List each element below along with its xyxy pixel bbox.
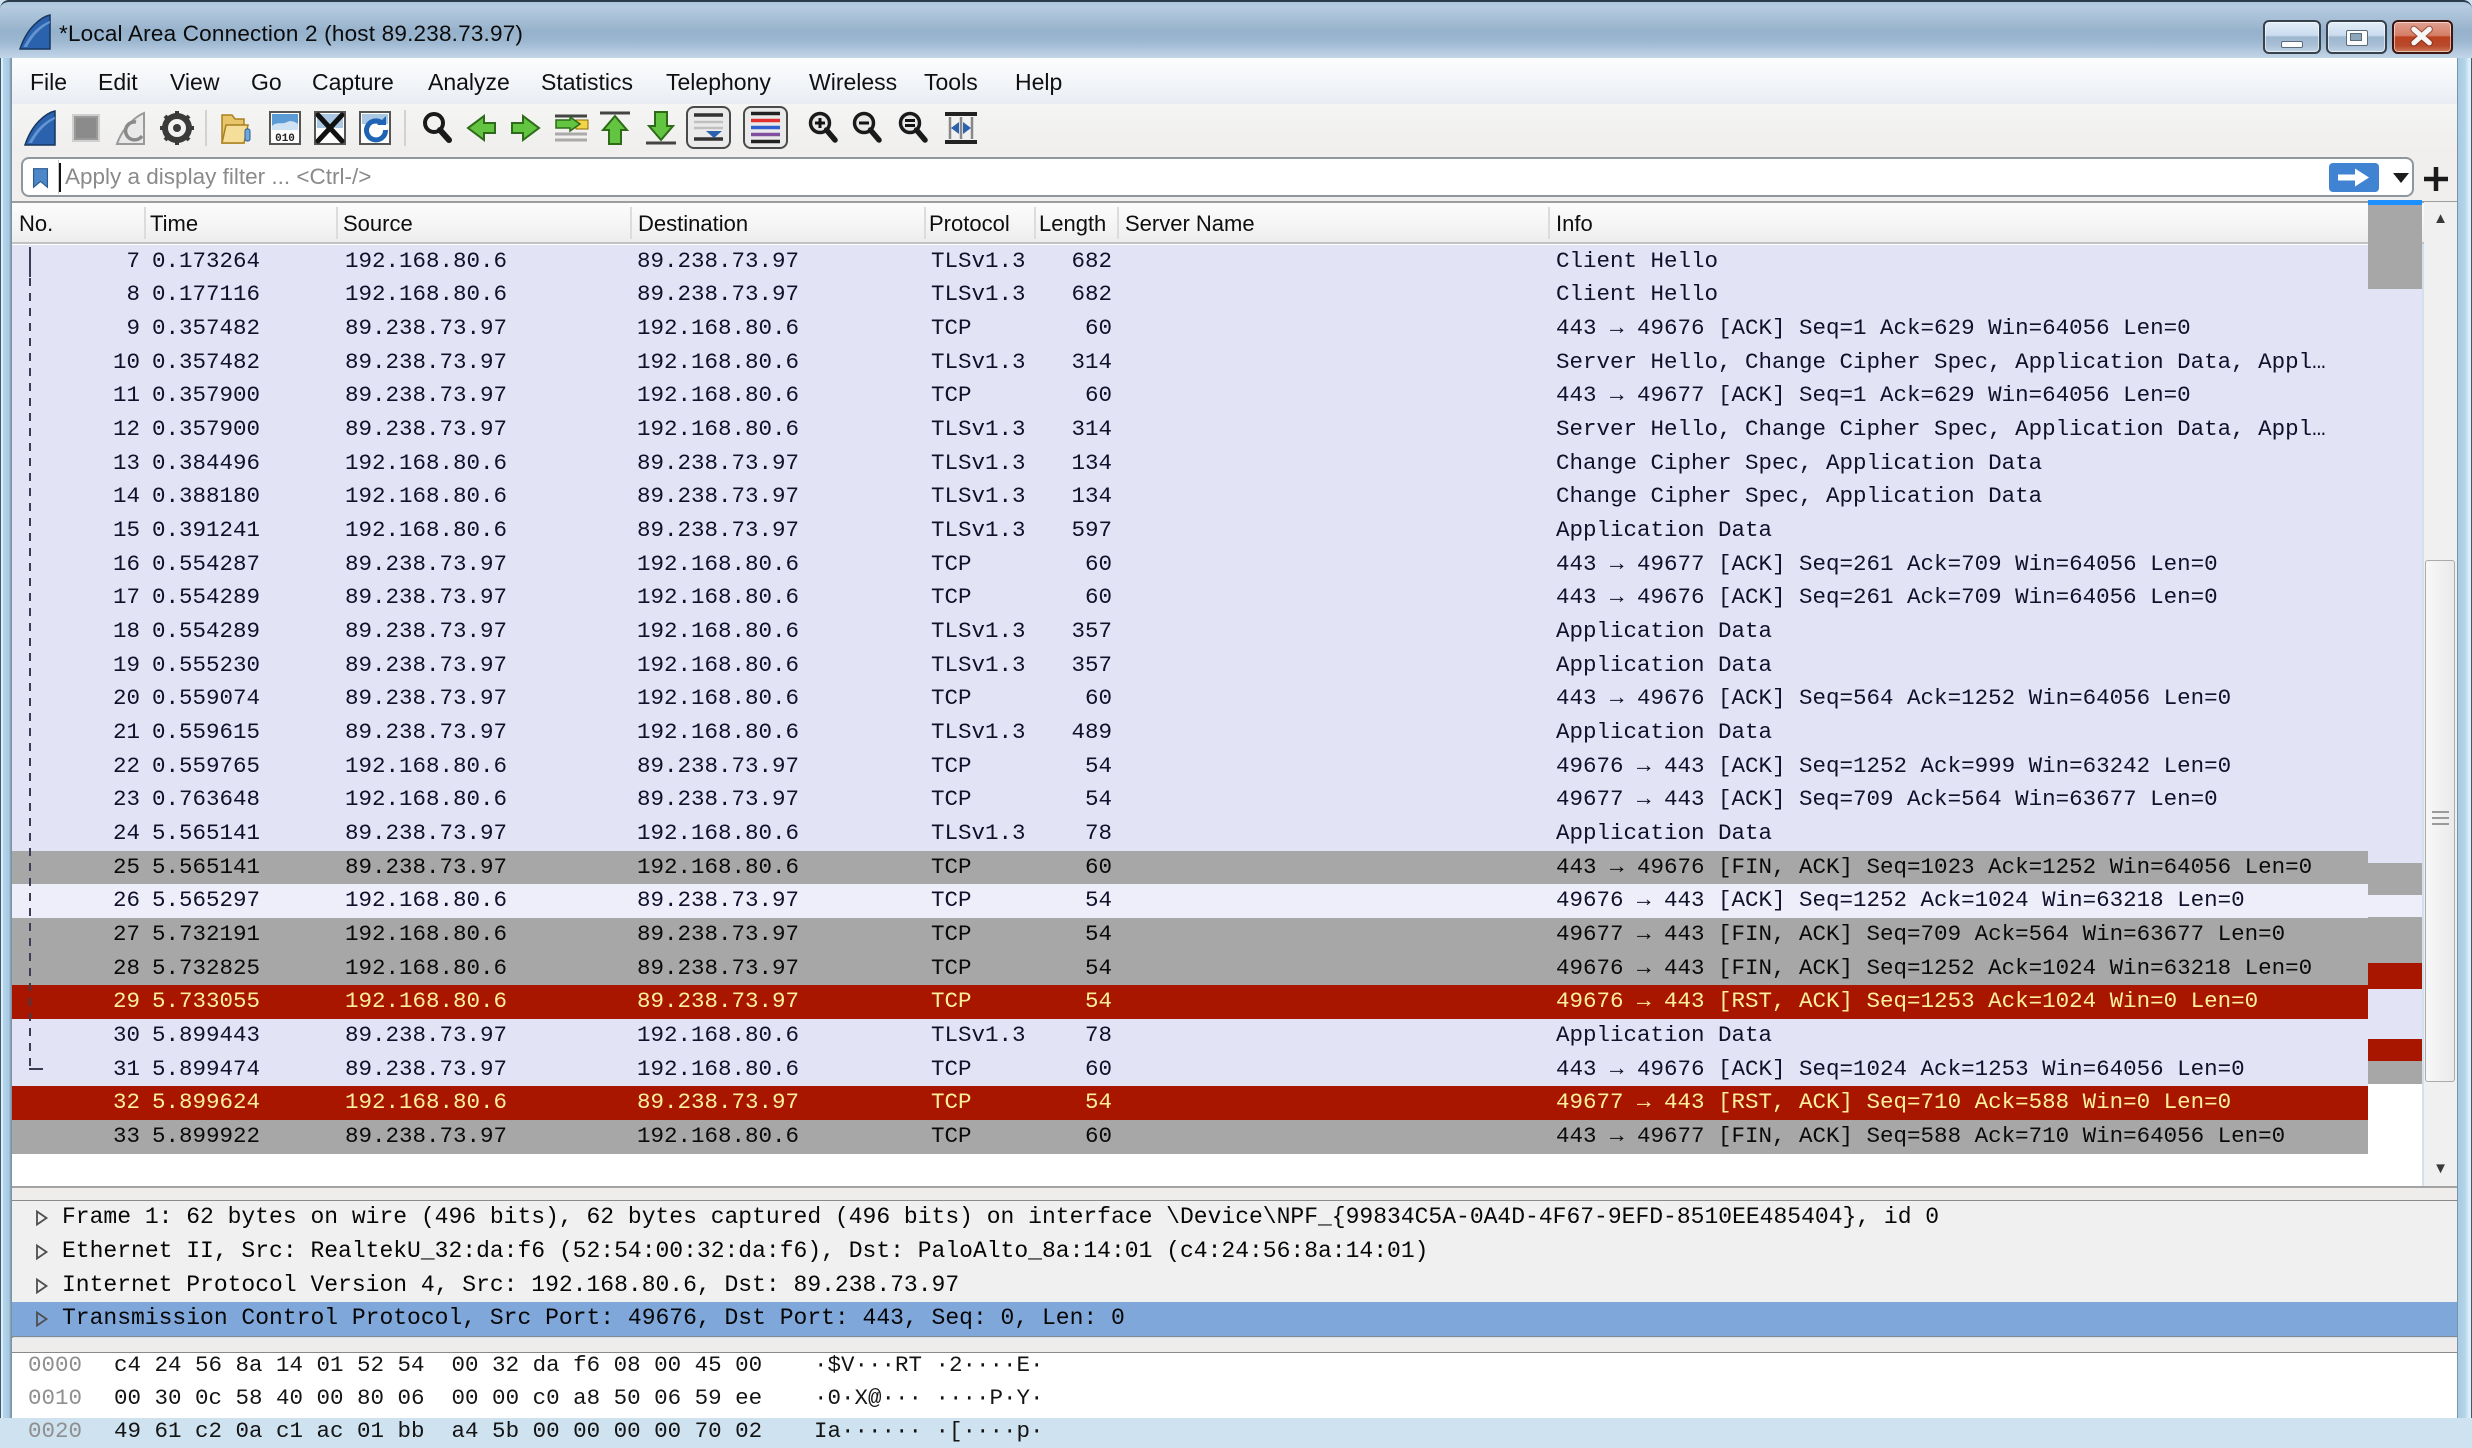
svg-text:010: 010 <box>275 133 295 145</box>
